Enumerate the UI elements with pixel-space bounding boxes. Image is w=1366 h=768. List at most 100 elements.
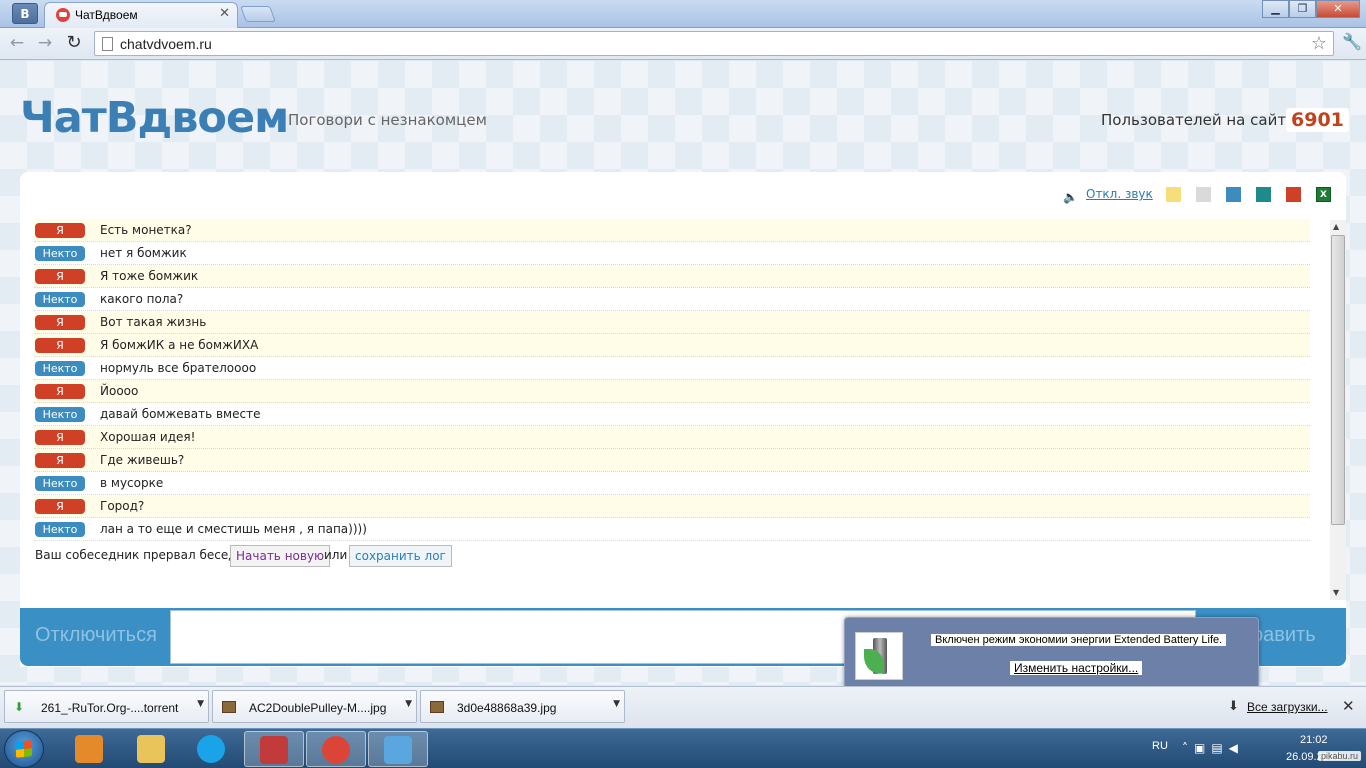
image-file-icon (430, 701, 444, 713)
message-text: давай бомжевать вместе (100, 407, 261, 421)
taskbar-app[interactable] (244, 731, 304, 767)
message-text: Йоооо (100, 384, 139, 398)
chat-message-row: Я Я тоже бомжик (34, 265, 1310, 288)
chat-favicon-icon (56, 8, 70, 22)
restore-button[interactable]: ❐ (1289, 0, 1316, 18)
download-name: 261_-RuTor.Org-....torrent (41, 701, 179, 715)
start-button[interactable] (4, 730, 44, 768)
download-arrow-icon: ⬇ (14, 700, 25, 714)
save-log-button[interactable]: сохранить лог (349, 545, 452, 567)
url-text[interactable]: chatvdvoem.ru (120, 36, 212, 52)
battery-notification[interactable]: Включен режим экономии энергии Extended … (844, 617, 1259, 689)
chat-message-row: Некто в мусорке (34, 472, 1310, 495)
battery-icon (855, 632, 903, 680)
chat-message-row: Я Есть монетка? (34, 219, 1310, 242)
author-badge-me: Я (35, 269, 85, 284)
download-item[interactable]: AC2DoublePulley-M....jpg ▼ (212, 690, 417, 723)
author-badge-me: Я (35, 499, 85, 514)
flag-app-icon (260, 736, 288, 764)
message-text: нет я бомжик (100, 246, 187, 260)
speaker-icon: 🔈 (1063, 190, 1078, 204)
change-settings-link[interactable]: Изменить настройки... (1010, 661, 1143, 675)
taskbar-app[interactable] (182, 731, 242, 767)
author-badge-me: Я (35, 223, 85, 238)
tab-close-icon[interactable]: ✕ (219, 6, 230, 21)
dropdown-caret-icon[interactable]: ▼ (197, 699, 204, 709)
reload-icon[interactable]: ↻ (63, 32, 85, 54)
forward-arrow-icon[interactable]: → (34, 32, 56, 54)
taskbar-app[interactable] (60, 731, 120, 767)
taskbar-app[interactable] (368, 731, 428, 767)
clock-time[interactable]: 21:02 (1300, 734, 1328, 746)
chat-message-row: Я Хорошая идея! (34, 426, 1310, 449)
scroll-down-icon[interactable]: ▼ (1333, 588, 1339, 597)
chat-panel: 🔈 Откл. звук X Я Есть монетка? Некто нет я … (20, 172, 1346, 667)
message-text: Есть монетка? (100, 223, 192, 237)
watermark: pikabu.ru (1318, 751, 1362, 761)
all-downloads-link[interactable]: Все загрузки... (1247, 700, 1328, 714)
theme-red-swatch[interactable] (1286, 187, 1301, 202)
message-text: Город? (100, 499, 145, 513)
send-button[interactable]: равить (1252, 624, 1316, 647)
browser-tab[interactable]: ЧатВдвоем ✕ (44, 2, 238, 28)
author-badge-me: Я (35, 453, 85, 468)
media-player-icon (75, 735, 103, 763)
address-bar[interactable]: chatvdvoem.ru ☆ (94, 31, 1334, 56)
author-badge-stranger: Некто (35, 476, 85, 491)
dropdown-caret-icon[interactable]: ▼ (405, 699, 412, 709)
language-indicator[interactable]: RU (1152, 740, 1168, 752)
taskbar-app[interactable] (122, 731, 182, 767)
new-tab-button[interactable] (240, 6, 276, 22)
site-logo[interactable]: ЧатВдвоем (20, 93, 289, 143)
theme-blue-swatch[interactable] (1226, 187, 1241, 202)
message-text: Я тоже бомжик (100, 269, 199, 283)
author-badge-stranger: Некто (35, 292, 85, 307)
wrench-icon[interactable]: 🔧 (1342, 32, 1362, 51)
browser-titlebar: B ЧатВдвоем ✕ ▁ ❐ ✕ (0, 0, 1366, 28)
message-text: лан а то еще и сместишь меня , я папа)))… (100, 522, 367, 536)
chat-message-row: Некто нет я бомжик (34, 242, 1310, 265)
message-text: Вот такая жизнь (100, 315, 207, 329)
download-name: AC2DoublePulley-M....jpg (249, 701, 387, 715)
author-badge-stranger: Некто (35, 361, 85, 376)
scroll-thumb[interactable] (1331, 235, 1345, 525)
users-online-count: 6901 (1286, 108, 1349, 132)
windows-taskbar: RU ˄▣▤◀ 21:02 26.09.2013 (0, 728, 1366, 768)
skype-icon (197, 735, 225, 763)
taskbar-app[interactable] (306, 731, 366, 767)
browser-toolbar: ← → ↻ chatvdvoem.ru ☆ 🔧 (0, 28, 1366, 60)
message-text: Хорошая идея! (100, 430, 196, 444)
disconnect-button[interactable]: Отключиться (35, 624, 157, 647)
minimize-button[interactable]: ▁ (1262, 0, 1289, 18)
tray-icons[interactable]: ˄▣▤◀ (1182, 741, 1244, 755)
bookmark-star-icon[interactable]: ☆ (1311, 33, 1327, 54)
page-icon (102, 37, 113, 51)
close-window-button[interactable]: ✕ (1316, 0, 1360, 18)
author-badge-me: Я (35, 430, 85, 445)
scroll-up-icon[interactable]: ▲ (1333, 222, 1339, 231)
chat-message-row: Некто давай бомжевать вместе (34, 403, 1310, 426)
theme-teal-swatch[interactable] (1256, 187, 1271, 202)
users-online-label: Пользователей на сайте (1101, 111, 1296, 129)
excel-icon[interactable]: X (1316, 187, 1331, 202)
download-item[interactable]: 3d0e48868a39.jpg ▼ (420, 690, 625, 723)
close-downloads-icon[interactable]: ✕ (1342, 697, 1355, 715)
theme-yellow-swatch[interactable] (1166, 187, 1181, 202)
vk-app-badge[interactable]: B (12, 3, 38, 24)
author-badge-stranger: Некто (35, 407, 85, 422)
author-badge-me: Я (35, 338, 85, 353)
chat-message-row: Я Город? (34, 495, 1310, 518)
dropdown-caret-icon[interactable]: ▼ (613, 699, 620, 709)
author-badge-stranger: Некто (35, 522, 85, 537)
chat-messages: Я Есть монетка? Некто нет я бомжик Я Я тоже б… (34, 219, 1310, 541)
message-text: Где живешь? (100, 453, 185, 467)
message-text: в мусорке (100, 476, 164, 490)
back-arrow-icon[interactable]: ← (6, 32, 28, 54)
mute-sound-link[interactable]: Откл. звук (1086, 187, 1153, 201)
theme-gray-swatch[interactable] (1196, 187, 1211, 202)
chat-scrollbar[interactable]: ▲ ▼ (1330, 220, 1346, 600)
notification-message: Включен режим экономии энергии Extended … (931, 634, 1227, 646)
download-item[interactable]: ⬇ 261_-RuTor.Org-....torrent ▼ (4, 690, 209, 723)
downloads-bar: ⬇ 261_-RuTor.Org-....torrent ▼ AC2Double… (0, 686, 1366, 728)
start-new-chat-button[interactable]: Начать новую (230, 545, 331, 567)
